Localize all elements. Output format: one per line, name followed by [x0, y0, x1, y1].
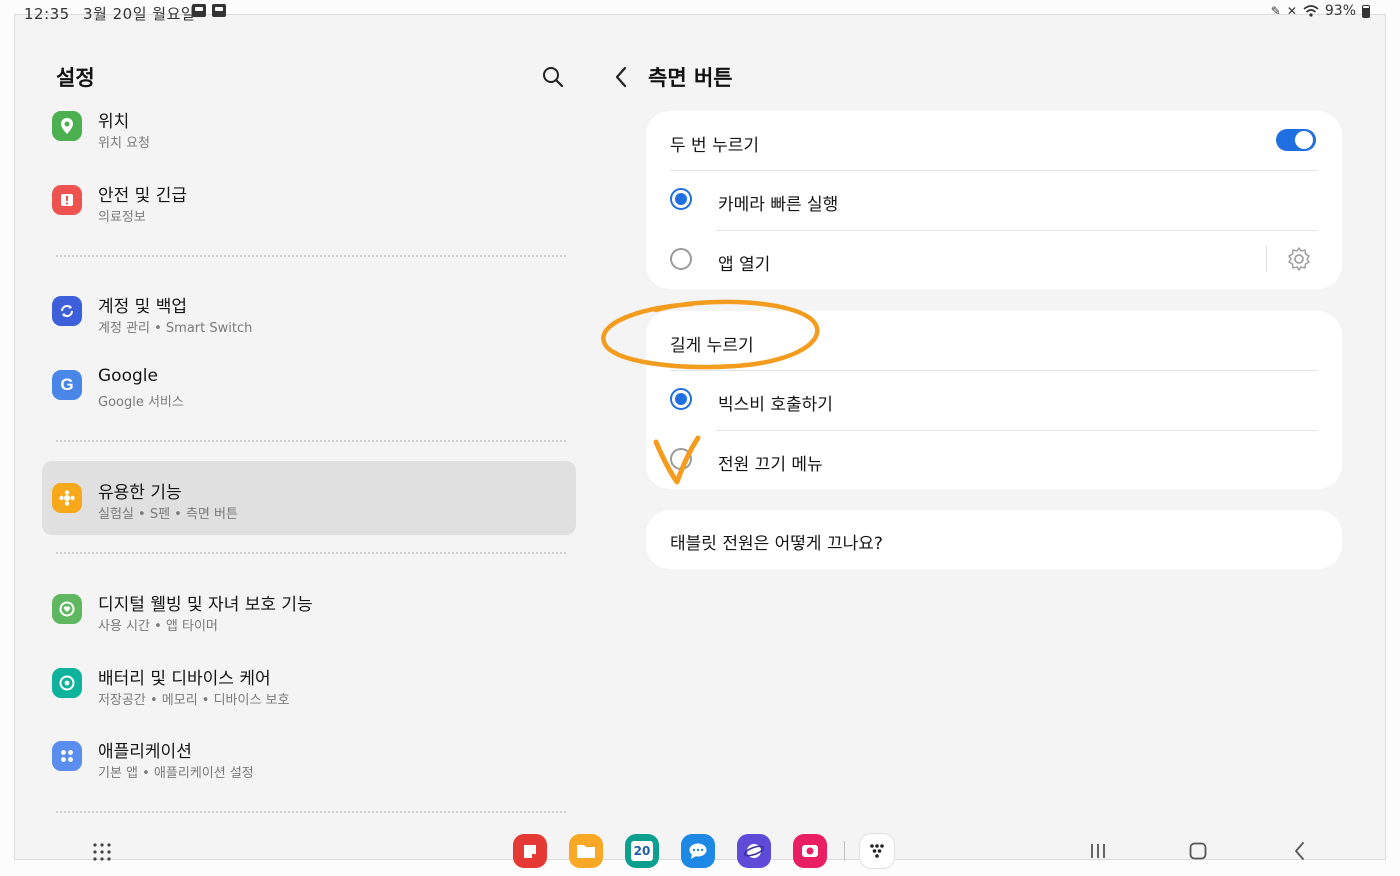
recent-apps-button[interactable]: [1086, 840, 1110, 862]
search-button[interactable]: [540, 64, 566, 90]
open-app-radio[interactable]: [670, 248, 692, 270]
status-right: ✎ ✕ 93%: [1271, 3, 1370, 19]
device-care-icon: [52, 668, 82, 698]
status-bar: 12:35 3월 20일 월요일 ✎ ✕ 93%: [0, 0, 1400, 24]
back-icon: [1295, 842, 1304, 860]
long-press-label: 길게 누르기: [670, 336, 754, 356]
wifi-icon: [1303, 5, 1319, 17]
wellbeing-icon: [52, 594, 82, 624]
menu-title: Google: [98, 366, 158, 386]
battery-percent: 93%: [1324, 3, 1356, 19]
back-button[interactable]: [610, 64, 632, 90]
puzzle-icon: [52, 483, 82, 513]
status-time: 12:35 3월 20일 월요일: [24, 3, 195, 24]
notes-app-icon[interactable]: [513, 834, 547, 868]
mute-icon: ✕: [1286, 4, 1297, 18]
google-icon: G: [52, 370, 82, 400]
menu-item-accounts-backup[interactable]: 계정 및 백업 계정 관리 • Smart Switch: [42, 274, 576, 348]
menu-item-advanced-features[interactable]: 유용한 기능 실험실 • S펜 • 측면 버튼: [42, 461, 576, 535]
menu-item-google[interactable]: G Google Google 서비스: [42, 348, 576, 422]
chevron-left-icon: [615, 66, 627, 88]
open-app-settings-button[interactable]: [1286, 246, 1312, 272]
status-clock: 12:35: [24, 5, 70, 23]
files-app-icon[interactable]: [569, 834, 603, 868]
app-drawer-icon: [93, 843, 111, 861]
menu-title: 안전 및 긴급: [98, 186, 188, 206]
long-press-card: 길게 누르기 빅스비 호출하기 전원 끄기 메뉴: [646, 311, 1342, 489]
calendar-day: 20: [631, 841, 653, 861]
menu-subtitle: 기본 앱 • 애플리케이션 설정: [98, 766, 254, 781]
nav-back-button[interactable]: [1288, 840, 1312, 862]
menu-title: 계정 및 백업: [98, 297, 188, 317]
menu-subtitle: 저장공간 • 메모리 • 디바이스 보호: [98, 693, 290, 708]
menu-title: 유용한 기능: [98, 483, 182, 503]
double-press-label: 두 번 누르기: [670, 136, 760, 156]
menu-subtitle: 실험실 • S펜 • 측면 버튼: [98, 507, 238, 522]
image-notification-icon: [212, 4, 226, 17]
section-divider: [56, 255, 566, 257]
app-drawer-button[interactable]: [92, 842, 112, 862]
settings-title: 설정: [56, 66, 95, 90]
home-icon: [1189, 842, 1207, 860]
notification-icons: [192, 4, 226, 17]
bixby-label[interactable]: 빅스비 호출하기: [718, 390, 833, 415]
menu-subtitle: 사용 시간 • 앱 타이머: [98, 619, 218, 634]
double-press-card: 두 번 누르기 카메라 빠른 실행 앱 열기: [646, 111, 1342, 289]
recent-apps-icon: [1091, 844, 1105, 858]
double-press-toggle[interactable]: [1276, 129, 1316, 151]
search-icon: [543, 67, 564, 88]
help-link[interactable]: 태블릿 전원은 어떻게 끄나요?: [670, 529, 883, 554]
menu-title: 디지털 웰빙 및 자녀 보호 기능: [98, 595, 313, 615]
menu-subtitle: 계정 관리 • Smart Switch: [98, 321, 253, 336]
calendar-app-icon[interactable]: 20: [625, 834, 659, 868]
navigation-bar: 20: [0, 826, 1400, 876]
row-divider: [716, 430, 1318, 431]
section-divider: [56, 811, 566, 813]
row-divider: [670, 170, 1318, 171]
menu-subtitle: 의료정보: [98, 210, 146, 225]
emergency-icon: [52, 185, 82, 215]
apps-icon: [52, 741, 82, 771]
location-pin-icon: [52, 111, 82, 141]
vertical-separator: [1266, 246, 1267, 272]
section-divider: [56, 440, 566, 442]
bixby-radio[interactable]: [670, 388, 692, 410]
row-divider: [716, 230, 1318, 231]
power-off-menu-label[interactable]: 전원 끄기 메뉴: [718, 450, 823, 475]
menu-subtitle: 위치 요청: [98, 136, 150, 151]
menu-item-location[interactable]: 위치 위치 요청: [42, 89, 576, 163]
sync-icon: [52, 296, 82, 326]
menu-title: 위치: [98, 112, 130, 132]
section-divider: [56, 552, 566, 554]
camera-quick-launch-radio[interactable]: [670, 188, 692, 210]
row-divider: [670, 370, 1318, 371]
menu-item-digital-wellbeing[interactable]: 디지털 웰빙 및 자녀 보호 기능 사용 시간 • 앱 타이머: [42, 572, 576, 646]
screen-recorder-app-icon[interactable]: [793, 834, 827, 868]
status-date: 3월 20일 월요일: [83, 5, 196, 23]
menu-title: 배터리 및 디바이스 케어: [98, 669, 271, 689]
help-card[interactable]: 태블릿 전원은 어떻게 끄나요?: [646, 510, 1342, 569]
messages-app-icon[interactable]: [681, 834, 715, 868]
dock-separator: [844, 841, 845, 861]
menu-item-battery-device-care[interactable]: 배터리 및 디바이스 케어 저장공간 • 메모리 • 디바이스 보호: [42, 646, 576, 720]
page-title: 측면 버튼: [648, 66, 733, 90]
menu-item-safety[interactable]: 안전 및 긴급 의료정보: [42, 163, 576, 237]
nfc-icon: ✎: [1270, 4, 1281, 18]
gallery-notification-icon: [192, 4, 206, 17]
apps-edge-icon[interactable]: [860, 834, 894, 868]
power-off-menu-radio[interactable]: [670, 448, 692, 470]
battery-icon: [1362, 4, 1370, 18]
camera-quick-launch-label[interactable]: 카메라 빠른 실행: [718, 190, 838, 215]
gear-icon: [1288, 247, 1310, 271]
menu-item-applications[interactable]: 애플리케이션 기본 앱 • 애플리케이션 설정: [42, 719, 576, 793]
open-app-label[interactable]: 앱 열기: [718, 250, 770, 275]
menu-subtitle: Google 서비스: [98, 395, 184, 410]
menu-title: 애플리케이션: [98, 742, 192, 762]
home-button[interactable]: [1186, 840, 1210, 862]
internet-app-icon[interactable]: [737, 834, 771, 868]
